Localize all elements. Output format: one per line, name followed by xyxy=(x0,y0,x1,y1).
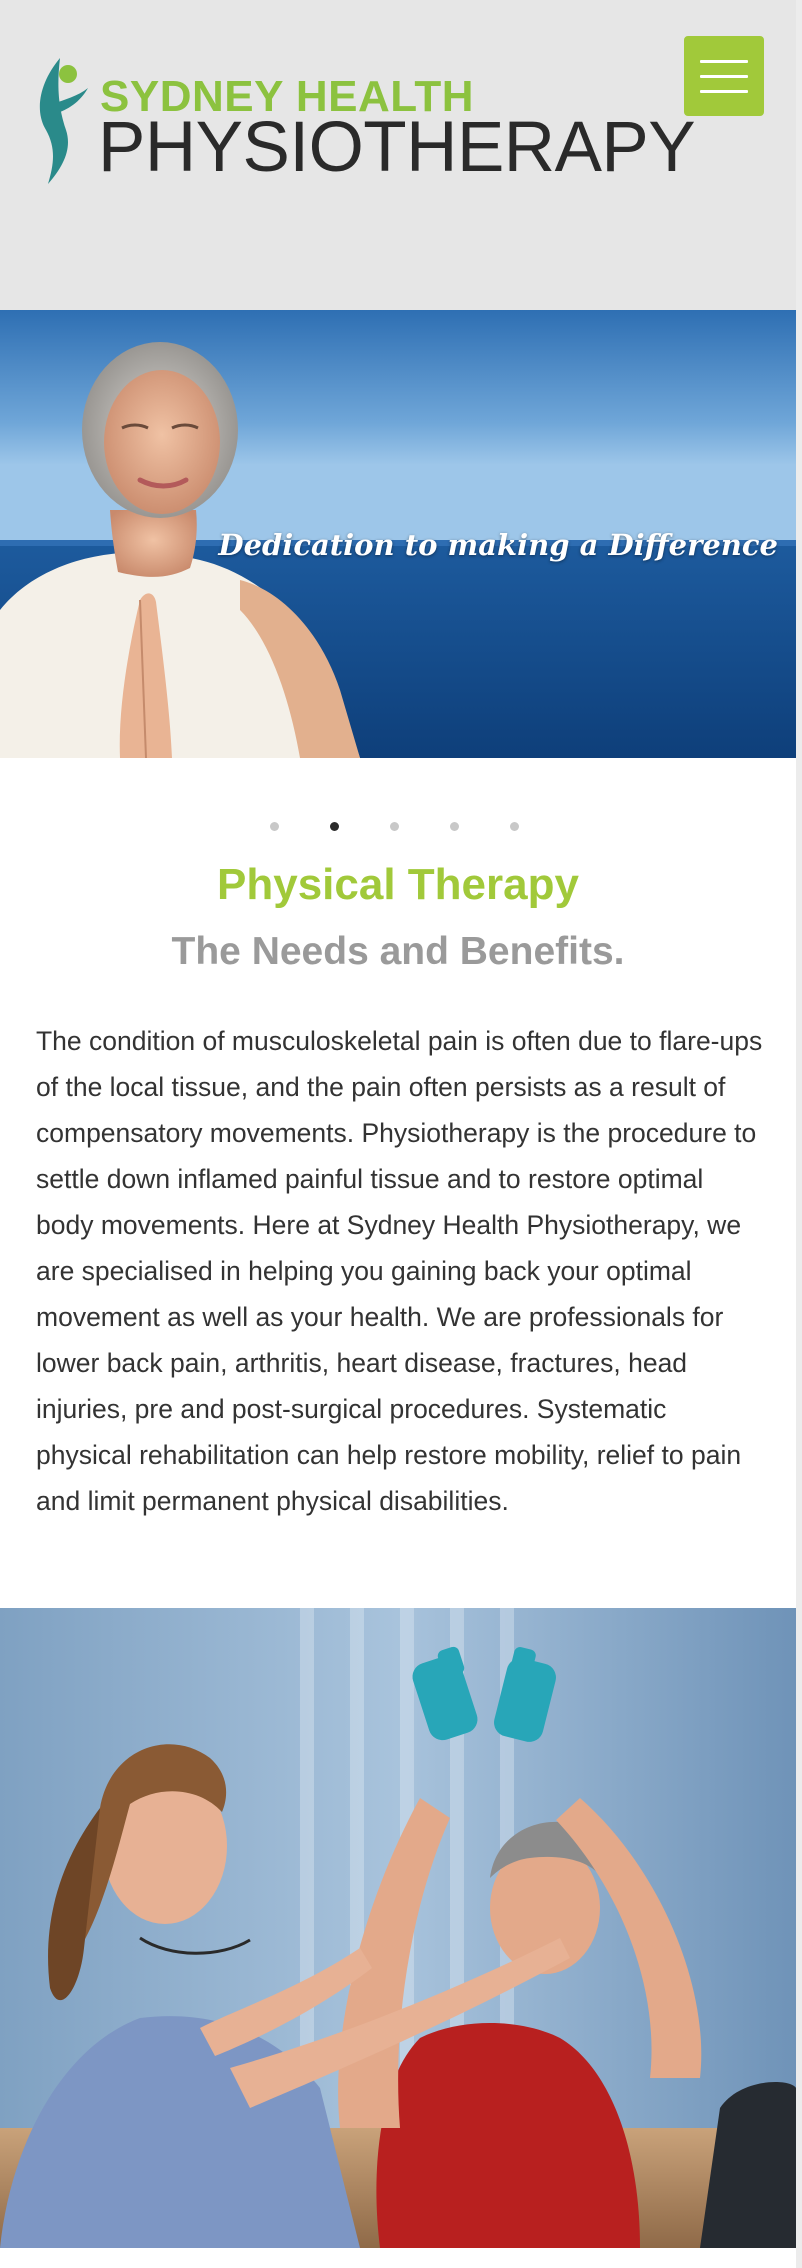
section-body-text: The condition of musculoskeletal pain is… xyxy=(36,1026,763,1516)
menu-button[interactable] xyxy=(684,36,764,116)
hero-caption: Dedication to making a Difference xyxy=(218,528,778,562)
slider-dot-5[interactable] xyxy=(510,822,519,831)
hero-slider[interactable]: Dedication to making a Difference xyxy=(0,310,796,758)
therapy-image xyxy=(0,1608,796,2248)
scrollbar-track[interactable] xyxy=(796,0,802,2268)
section-title: Physical Therapy xyxy=(217,860,579,909)
slider-dot-1[interactable] xyxy=(270,822,279,831)
slider-dot-2[interactable] xyxy=(330,822,339,831)
therapy-photo xyxy=(0,1608,796,2248)
hamburger-menu-icon xyxy=(700,60,748,63)
page: SYDNEY HEALTH PHYSIOTHERAPY Dedication t… xyxy=(0,0,796,2268)
section-subtitle: The Needs and Benefits. xyxy=(171,930,625,973)
logo-figure-icon xyxy=(39,58,88,184)
site-logo[interactable]: SYDNEY HEALTH PHYSIOTHERAPY xyxy=(30,52,696,192)
hamburger-menu-icon-bar xyxy=(700,75,748,78)
hamburger-menu-icon-bar xyxy=(700,90,748,93)
slider-dot-3[interactable] xyxy=(390,822,399,831)
slider-pagination xyxy=(0,818,796,838)
slider-dot-4[interactable] xyxy=(450,822,459,831)
logo-text-bottom: PHYSIOTHERAPY xyxy=(98,108,696,187)
site-header: SYDNEY HEALTH PHYSIOTHERAPY xyxy=(0,0,796,310)
